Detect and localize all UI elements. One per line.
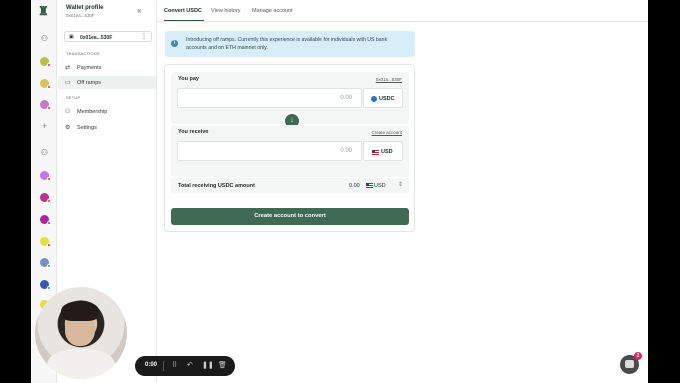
payments-icon: ⇄ bbox=[65, 65, 71, 71]
sidebar-item-label: Payments bbox=[77, 64, 102, 71]
section-setup: SETUP bbox=[66, 95, 81, 100]
sidebar-item-label: Off ramps bbox=[77, 79, 102, 86]
section-transactions: TRANSACTIONS bbox=[66, 51, 100, 56]
sidebar-item-label: Membership bbox=[77, 108, 108, 115]
pay-address-link[interactable]: 0x01a...530F bbox=[376, 77, 402, 82]
tab-manage-account[interactable]: Manage account bbox=[252, 8, 293, 14]
people-icon[interactable]: ⚇ bbox=[40, 34, 49, 43]
info-banner: i Introducing off ramps. Currently this … bbox=[165, 31, 415, 57]
receive-section: You receive Create account 0.00 USD bbox=[171, 125, 409, 177]
info-icon: i bbox=[171, 40, 178, 47]
gear-icon: ⚙ bbox=[65, 125, 71, 131]
wallet-address: 0x01ea...530F bbox=[66, 13, 95, 18]
chevron-updown-icon[interactable]: ⇕ bbox=[398, 181, 403, 188]
avatar[interactable] bbox=[40, 280, 51, 290]
membership-icon: ⚇ bbox=[65, 109, 71, 115]
total-row[interactable]: Total receiving USDC amount 0.00 USD ⇕ bbox=[171, 178, 409, 193]
receive-currency-label: USD bbox=[381, 148, 393, 155]
receive-amount-value: 0.00 bbox=[340, 148, 352, 154]
create-account-link[interactable]: Create account bbox=[371, 130, 402, 135]
total-currency: USD bbox=[374, 182, 386, 189]
create-account-button[interactable]: Create account to convert bbox=[171, 208, 409, 225]
pay-amount-value: 0.00 bbox=[340, 95, 352, 101]
undo-icon[interactable]: ↶ bbox=[187, 361, 193, 369]
tab-divider bbox=[157, 21, 648, 22]
tab-convert-usdc[interactable]: Convert USDC bbox=[164, 8, 202, 14]
plus-icon[interactable]: + bbox=[40, 122, 49, 131]
collapse-icon[interactable]: « bbox=[137, 6, 141, 15]
avatar[interactable] bbox=[40, 171, 51, 181]
wallet-icon: ▣ bbox=[69, 34, 74, 40]
avatar[interactable] bbox=[40, 100, 51, 110]
app-logo[interactable]: ♜ bbox=[38, 5, 51, 17]
trash-icon[interactable]: 🗑 bbox=[218, 361, 227, 369]
us-flag-icon bbox=[372, 149, 379, 155]
avatar[interactable] bbox=[40, 193, 51, 203]
chat-button[interactable]: 2 bbox=[620, 352, 642, 374]
receive-amount-input[interactable]: 0.00 bbox=[177, 141, 362, 161]
convert-card: You pay 0x01a...530F 0.00 USDC ↓ You rec… bbox=[164, 64, 415, 232]
people-icon[interactable]: ⚇ bbox=[40, 148, 49, 157]
wallet-profile-title: Wallet profile bbox=[66, 5, 104, 11]
pay-currency-selector[interactable]: USDC bbox=[363, 88, 403, 108]
sidebar-item-off-ramps[interactable]: ▭ Off ramps bbox=[58, 76, 156, 89]
sidebar-item-settings[interactable]: ⚙ Settings bbox=[58, 121, 156, 134]
avatar[interactable] bbox=[40, 237, 51, 247]
pay-currency-label: USDC bbox=[379, 95, 395, 102]
usdc-icon bbox=[371, 96, 377, 102]
wallet-selector[interactable]: ▣ 0x01ea...530F ⋮ bbox=[64, 31, 152, 42]
tab-view-history[interactable]: View history bbox=[211, 8, 241, 14]
avatar[interactable] bbox=[40, 57, 51, 67]
more-icon[interactable]: ⋮ bbox=[141, 33, 147, 40]
pay-amount-input[interactable]: 0.00 bbox=[177, 88, 362, 108]
sidebar-item-label: Settings bbox=[77, 124, 97, 131]
sidebar-item-membership[interactable]: ⚇ Membership bbox=[58, 105, 156, 118]
total-amount: 0.00 bbox=[349, 182, 360, 189]
avatar[interactable] bbox=[40, 215, 51, 225]
notification-badge: 2 bbox=[634, 352, 642, 360]
pay-label: You pay bbox=[178, 76, 199, 82]
avatar[interactable] bbox=[40, 79, 51, 89]
wallet-selector-label: 0x01ea...530F bbox=[80, 34, 113, 41]
avatar[interactable] bbox=[40, 258, 51, 268]
recording-toolbar: 0:00 ⠿ ↶ ❚❚ 🗑 bbox=[135, 356, 235, 376]
sidebar-item-payments[interactable]: ⇄ Payments bbox=[58, 61, 156, 74]
recording-time: 0:00 bbox=[145, 362, 158, 368]
receive-currency-selector[interactable]: USD bbox=[363, 141, 403, 161]
pause-icon[interactable]: ❚❚ bbox=[202, 361, 214, 369]
chat-icon bbox=[625, 360, 634, 368]
total-label: Total receiving USDC amount bbox=[178, 182, 255, 189]
info-banner-text: Introducing off ramps. Currently this ex… bbox=[186, 37, 388, 51]
us-flag-icon bbox=[366, 183, 373, 188]
webcam-overlay bbox=[35, 287, 127, 379]
grid-icon[interactable]: ⠿ bbox=[172, 361, 177, 369]
main-content: Convert USDC View history Manage account… bbox=[157, 0, 648, 383]
card-icon: ▭ bbox=[65, 80, 71, 86]
receive-label: You receive bbox=[178, 129, 209, 135]
